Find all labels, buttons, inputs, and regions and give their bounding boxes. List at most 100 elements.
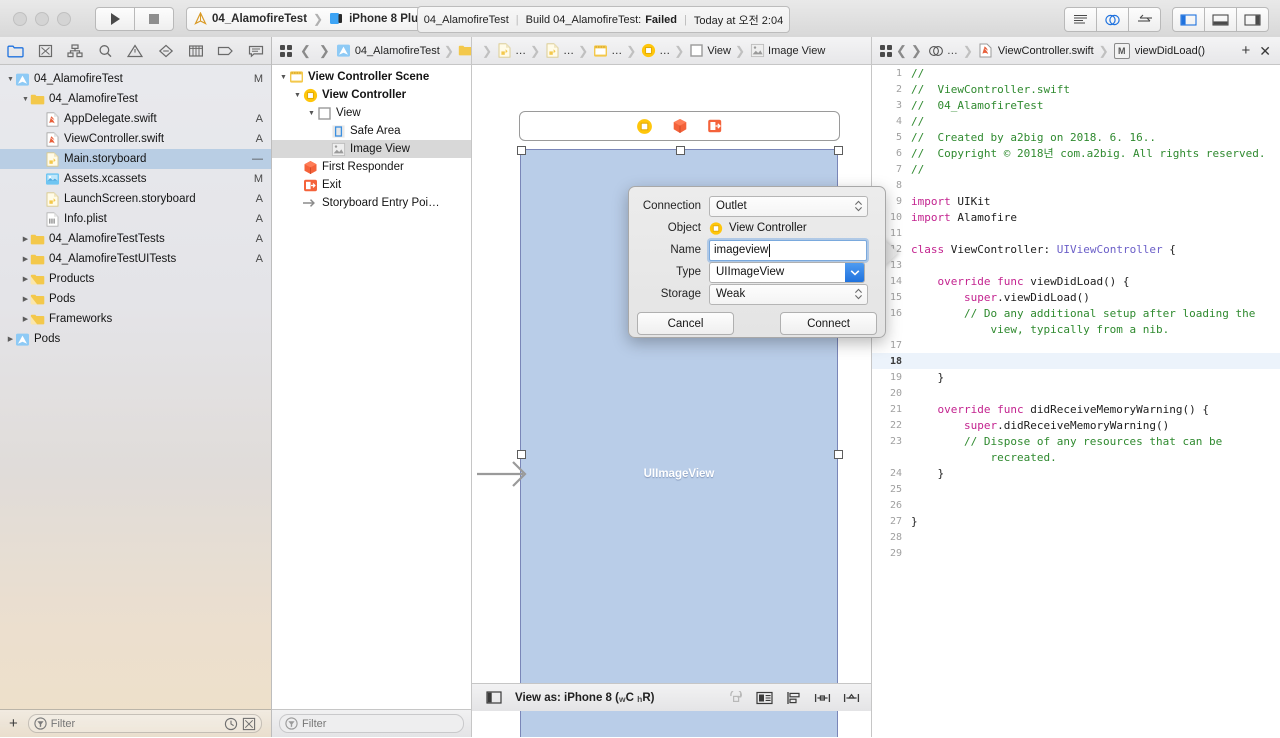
first-responder-icon[interactable] xyxy=(671,118,688,135)
file-row[interactable]: LaunchScreen.storyboard A xyxy=(0,189,271,209)
report-navigator-tab[interactable] xyxy=(241,37,271,64)
debug-navigator-tab[interactable] xyxy=(181,37,211,64)
outline-row[interactable]: First Responder xyxy=(272,158,471,176)
jump-bar-file-label[interactable]: ViewController.swift xyxy=(998,45,1094,57)
file-row[interactable]: ▼ 04_AlamofireTest xyxy=(0,89,271,109)
file-row[interactable]: AppDelegate.swift A xyxy=(0,109,271,129)
disclosure-triangle-icon[interactable]: ▼ xyxy=(21,89,30,109)
resize-handle-mid-left[interactable] xyxy=(517,450,526,459)
file-row[interactable]: ▼ 04_AlamofireTest M xyxy=(0,69,271,89)
close-window-button[interactable] xyxy=(13,11,27,26)
resize-handle-mid-right[interactable] xyxy=(834,450,843,459)
assistant-editor-button[interactable] xyxy=(1097,7,1129,32)
connect-button[interactable]: Connect xyxy=(780,312,877,335)
disclosure-triangle-icon[interactable]: ▶ xyxy=(21,229,30,249)
disclosure-triangle-icon[interactable]: ▼ xyxy=(306,104,317,122)
jump-bar-segment[interactable]: View xyxy=(688,43,731,59)
clock-icon[interactable] xyxy=(224,717,238,731)
outline-row[interactable]: Storyboard Entry Poi… xyxy=(272,194,471,212)
view-as-label[interactable]: View as: iPhone 8 (wC hR) xyxy=(515,692,654,704)
zoom-window-button[interactable] xyxy=(57,11,71,26)
jump-bar-segment[interactable]: … xyxy=(458,43,471,59)
connection-select[interactable]: Outlet xyxy=(709,195,868,217)
resize-handle-top-center[interactable] xyxy=(676,146,685,155)
disclosure-triangle-icon[interactable]: ▶ xyxy=(21,309,30,329)
navigator-toggle-button[interactable] xyxy=(1172,7,1205,32)
storage-select[interactable]: Weak xyxy=(709,283,868,305)
storyboard-canvas[interactable]: UIImageView View as: iPhone 8 (wC hR) xyxy=(472,65,871,737)
version-editor-button[interactable] xyxy=(1129,7,1161,32)
forward-button[interactable]: ❯ xyxy=(909,43,924,59)
assistant-editor-icon[interactable] xyxy=(928,43,944,59)
stepper-icon[interactable] xyxy=(852,199,864,214)
disclosure-triangle-icon[interactable]: ▶ xyxy=(21,289,30,309)
disclosure-triangle-icon[interactable]: ▶ xyxy=(6,329,15,349)
document-outline-icon[interactable] xyxy=(485,690,502,705)
back-button[interactable]: ❮ xyxy=(894,43,909,59)
jump-bar-segment[interactable]: … xyxy=(544,43,574,59)
disclosure-triangle-icon[interactable]: ▼ xyxy=(292,86,303,104)
disclosure-triangle-icon[interactable]: ▼ xyxy=(6,69,15,89)
forward-button[interactable]: ❯ xyxy=(317,43,332,59)
resize-handle-top-right[interactable] xyxy=(834,146,843,155)
pin-icon[interactable] xyxy=(814,690,831,705)
debug-area-toggle-button[interactable] xyxy=(1205,7,1237,32)
add-file-button[interactable]: + xyxy=(9,716,18,731)
code-text-area[interactable]: 1 // 2 // ViewController.swift 3 // 04_Alamof… xyxy=(872,65,1280,738)
outline-row[interactable]: ▼ View Controller xyxy=(272,86,471,104)
file-row[interactable]: Info.plist A xyxy=(0,209,271,229)
jump-bar-segment[interactable]: 04_AlamofireTest xyxy=(336,43,440,59)
file-row[interactable]: Assets.xcassets M xyxy=(0,169,271,189)
test-navigator-tab[interactable] xyxy=(151,37,181,64)
related-items-icon[interactable] xyxy=(878,43,894,59)
file-row[interactable]: ▶ 04_AlamofireTestTests A xyxy=(0,229,271,249)
file-row[interactable]: ViewController.swift A xyxy=(0,129,271,149)
outline-row[interactable]: ▼ View Controller Scene xyxy=(272,68,471,86)
type-combobox[interactable]: UIImageView xyxy=(709,261,865,283)
jump-bar-segment[interactable]: … xyxy=(592,43,622,59)
source-control-navigator-tab[interactable] xyxy=(30,37,60,64)
embed-in-icon[interactable] xyxy=(756,690,773,705)
back-button[interactable]: ❮ xyxy=(298,43,313,59)
file-row[interactable]: ▶ Pods xyxy=(0,289,271,309)
resize-handle-top-left[interactable] xyxy=(517,146,526,155)
minimize-window-button[interactable] xyxy=(35,11,49,26)
disclosure-triangle-icon[interactable]: ▶ xyxy=(21,269,30,289)
file-row[interactable]: ▶ Pods xyxy=(0,329,271,349)
outline-row[interactable]: Exit xyxy=(272,176,471,194)
file-row[interactable]: ▶ Frameworks xyxy=(0,309,271,329)
jump-bar-segment[interactable]: Image View xyxy=(749,43,825,59)
jump-bar-segment[interactable]: … xyxy=(640,43,670,59)
chevron-down-icon[interactable] xyxy=(845,262,864,282)
utilities-toggle-button[interactable] xyxy=(1237,7,1269,32)
resolve-auto-layout-icon[interactable] xyxy=(843,690,860,705)
stepper-icon[interactable] xyxy=(852,287,864,302)
outline-row[interactable]: ▼ View xyxy=(272,104,471,122)
standard-editor-button[interactable] xyxy=(1064,7,1097,32)
scheme-selector[interactable]: 04_AlamofireTest ❯ iPhone 8 Plus xyxy=(186,6,435,31)
navigator-filter-input[interactable]: Filter xyxy=(27,714,262,733)
exit-icon[interactable] xyxy=(706,118,723,135)
outline-row[interactable]: Image View xyxy=(272,140,471,158)
find-navigator-tab[interactable] xyxy=(90,37,120,64)
file-row[interactable]: ▶ 04_AlamofireTestUITests A xyxy=(0,249,271,269)
jump-bar-segment[interactable]: … xyxy=(496,43,526,59)
source-control-filter-icon[interactable] xyxy=(242,717,256,731)
jump-bar-ellipsis[interactable]: … xyxy=(947,45,958,57)
align-icon[interactable] xyxy=(785,690,802,705)
outline-row[interactable]: Safe Area xyxy=(272,122,471,140)
outline-filter-input[interactable]: Filter xyxy=(279,714,464,733)
breakpoint-navigator-tab[interactable] xyxy=(211,37,241,64)
file-row[interactable]: Main.storyboard — xyxy=(0,149,271,169)
plus-icon[interactable]: + xyxy=(1242,43,1251,58)
jump-bar-symbol-label[interactable]: viewDidLoad() xyxy=(1135,45,1205,57)
disclosure-triangle-icon[interactable]: ▼ xyxy=(278,68,289,86)
file-row[interactable]: ▶ Products xyxy=(0,269,271,289)
issue-navigator-tab[interactable] xyxy=(120,37,150,64)
stop-button[interactable] xyxy=(135,6,174,31)
close-icon[interactable]: ✕ xyxy=(1259,44,1271,58)
symbol-navigator-tab[interactable] xyxy=(60,37,90,64)
project-navigator-tab[interactable] xyxy=(0,37,30,64)
related-items-icon[interactable] xyxy=(278,43,294,59)
disclosure-triangle-icon[interactable]: ▶ xyxy=(21,249,30,269)
